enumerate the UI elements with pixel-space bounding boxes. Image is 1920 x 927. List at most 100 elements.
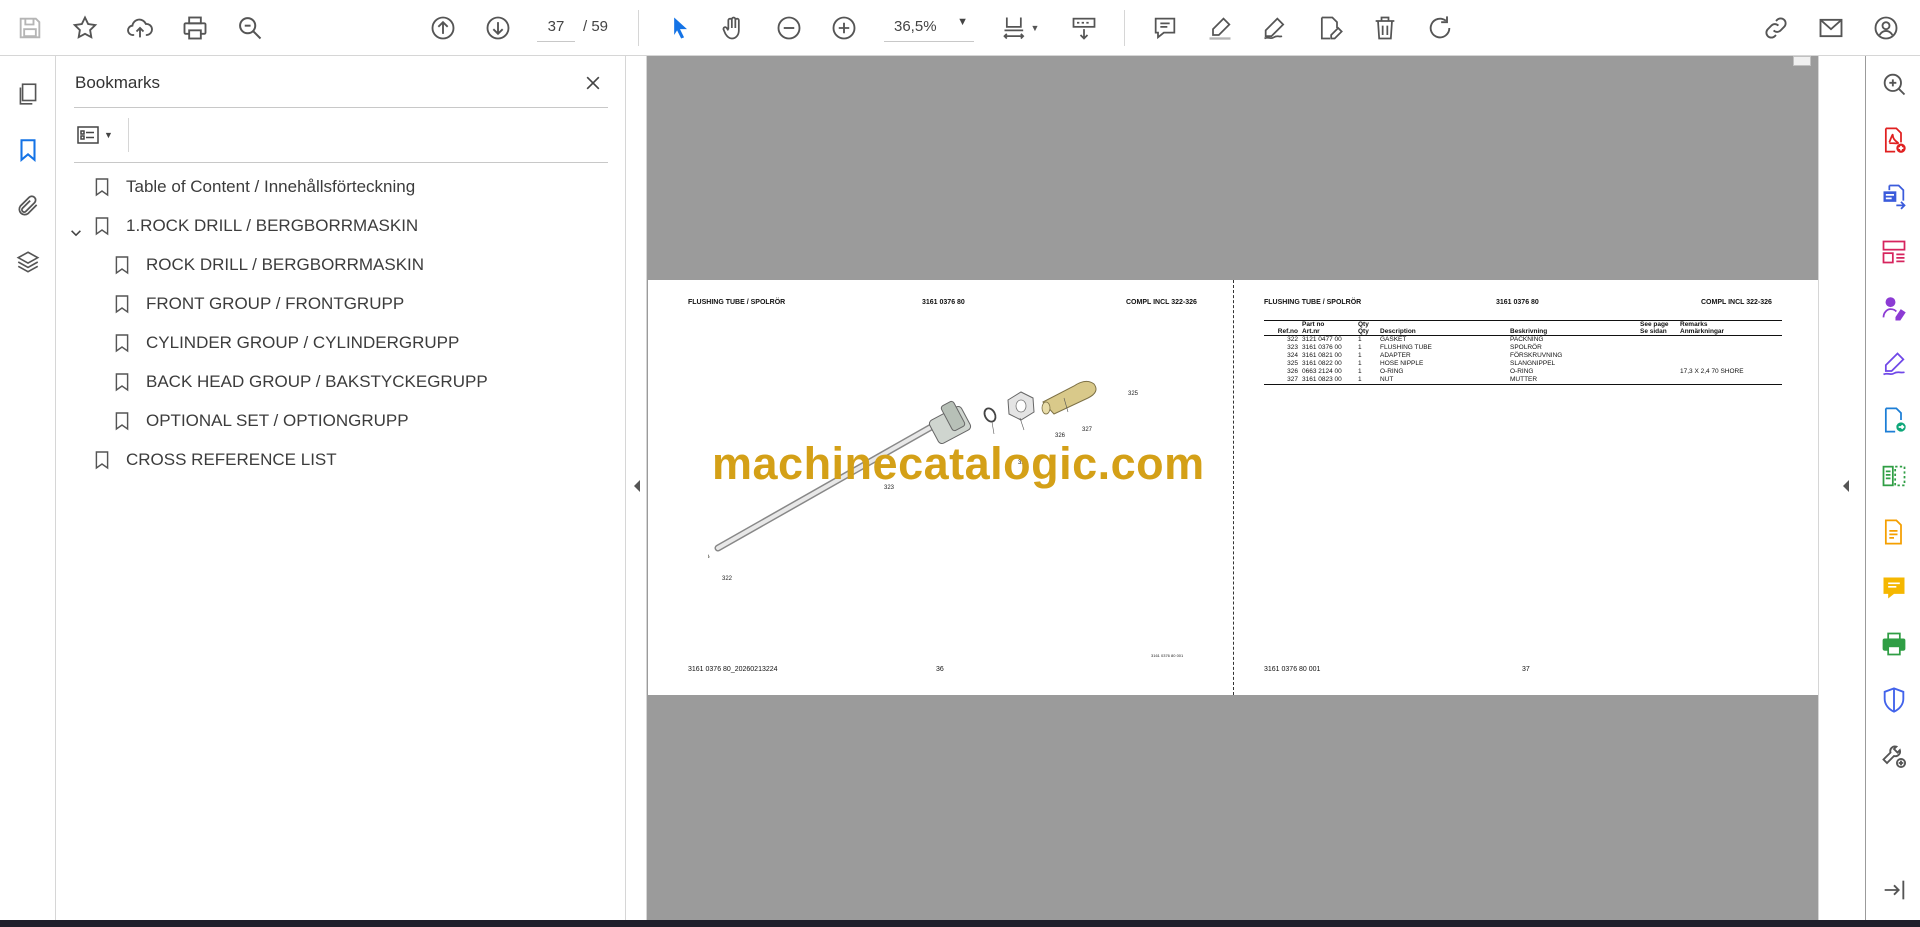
right-page-footer-page-number: 37	[1522, 666, 1530, 673]
callout-325: 325	[1128, 391, 1139, 397]
organize-pages-icon[interactable]	[1878, 236, 1910, 268]
column-header: Beskrivning	[1510, 328, 1548, 335]
scroll-mode-icon[interactable]	[1064, 8, 1104, 48]
column-header: Qty Qty	[1358, 321, 1369, 335]
rotate-icon[interactable]	[1420, 8, 1460, 48]
zoom-search-icon[interactable]	[1878, 68, 1910, 100]
page-thumbnails-icon[interactable]	[10, 76, 46, 112]
collapse-left-icon	[634, 480, 640, 492]
export-pdf-icon[interactable]	[1878, 180, 1910, 212]
os-taskbar-strip	[0, 920, 1920, 927]
compare-files-icon[interactable]	[1878, 460, 1910, 492]
attachments-icon[interactable]	[10, 188, 46, 224]
bookmark-item-rock-drill-chapter[interactable]: 1.ROCK DRILL / BERGBORRMASKIN	[92, 211, 418, 241]
chevron-down-icon: ▼	[1030, 23, 1040, 33]
bookmark-item-front-group[interactable]: FRONT GROUP / FRONTGRUPP	[112, 289, 404, 319]
column-header: Ref.no	[1277, 328, 1298, 335]
bookmark-item-table-of-content[interactable]: Table of Content / Innehållsförteckning	[92, 172, 415, 202]
table-row: 327 3161 0823 00 1 NUT MUTTER	[1264, 376, 1782, 385]
column-header: Description	[1380, 328, 1416, 335]
bookmark-item-cylinder-group[interactable]: CYLINDER GROUP / CYLINDERGRUPP	[112, 328, 459, 358]
panel-divider	[74, 107, 608, 108]
share-link-icon[interactable]	[1756, 8, 1796, 48]
bookmark-item-rock-drill[interactable]: ROCK DRILL / BERGBORRMASKIN	[112, 250, 424, 280]
account-icon[interactable]	[1866, 8, 1906, 48]
print-icon[interactable]	[175, 8, 215, 48]
next-page-icon[interactable]	[478, 8, 518, 48]
bookmark-item-label: BACK HEAD GROUP / BAKSTYCKEGRUPP	[146, 372, 488, 391]
bookmark-icon	[112, 253, 132, 277]
bookmark-item-cross-reference[interactable]: CROSS REFERENCE LIST	[92, 445, 337, 475]
main-toolbar: / 59 36,5% ▼ ▼	[0, 0, 1920, 56]
protect-icon[interactable]	[1878, 684, 1910, 716]
bookmark-panel-icon[interactable]	[10, 132, 46, 168]
previous-page-icon[interactable]	[423, 8, 463, 48]
left-page-header-title: FLUSHING TUBE / SPOLRÖR	[688, 299, 786, 306]
column-header: See page Se sidan	[1640, 321, 1669, 335]
edit-pdf-icon[interactable]	[1310, 8, 1350, 48]
table-row: 324 3161 0821 00 1 ADAPTER FÖRSKRUVNING	[1287, 352, 1563, 359]
zoom-out-icon[interactable]	[769, 8, 809, 48]
bookmark-icon	[92, 448, 112, 472]
panel-divider	[128, 118, 129, 152]
gasket-part	[708, 542, 710, 564]
layers-icon[interactable]	[10, 244, 46, 280]
page-fit-icon[interactable]: ▼	[998, 8, 1042, 48]
bookmarks-panel-title: Bookmarks	[75, 73, 161, 92]
bookmark-item-back-head-group[interactable]: BACK HEAD GROUP / BAKSTYCKEGRUPP	[112, 367, 488, 397]
scrollbar-top-cap[interactable]	[1793, 56, 1811, 66]
bookmarks-panel: Bookmarks ▼ Table of Content / Innehålls…	[56, 56, 626, 920]
parts-list-table: Ref.no Part no Art.nr Qty Qty Description …	[1264, 320, 1782, 385]
close-icon[interactable]	[578, 68, 608, 98]
hand-tool-icon[interactable]	[713, 8, 753, 48]
bookmark-item-label: FRONT GROUP / FRONTGRUPP	[146, 294, 405, 313]
delete-icon[interactable]	[1365, 8, 1405, 48]
zoom-level-select[interactable]: 36,5% ▼	[884, 12, 974, 42]
column-header: Remarks Anmärkningar	[1680, 321, 1725, 335]
comment-icon[interactable]	[1145, 8, 1185, 48]
collapse-right-panel-handle[interactable]	[1818, 56, 1865, 920]
highlight-icon[interactable]	[1200, 8, 1240, 48]
left-page-header-compl: COMPL INCL 322-326	[1126, 299, 1197, 306]
zoom-in-icon[interactable]	[824, 8, 864, 48]
bookmark-item-label: ROCK DRILL / BERGBORRMASKIN	[146, 255, 425, 274]
bookmark-item-optional-set[interactable]: OPTIONAL SET / OPTIONGRUPP	[112, 406, 409, 436]
table-row: 325 3161 0822 00 1 HOSE NIPPLE SLANGNIPPEL	[1287, 360, 1556, 367]
more-tools-icon[interactable]	[1878, 740, 1910, 772]
save-icon[interactable]	[10, 8, 50, 48]
select-tool-icon[interactable]	[660, 8, 700, 48]
toolbar-divider	[1124, 10, 1125, 46]
bookmark-icon	[92, 214, 112, 238]
expand-panel-icon[interactable]	[1878, 874, 1910, 906]
bookmark-item-label: OPTIONAL SET / OPTIONGRUPP	[146, 411, 409, 430]
comment-tool-icon[interactable]	[1878, 572, 1910, 604]
page-number-input[interactable]	[537, 12, 575, 42]
right-tools-rail	[1866, 56, 1920, 920]
right-page-header-compl: COMPL INCL 322-326	[1701, 299, 1772, 306]
scan-ocr-icon[interactable]	[1878, 516, 1910, 548]
send-for-review-icon[interactable]	[1878, 404, 1910, 436]
search-icon[interactable]	[230, 8, 270, 48]
left-page-footer-page-number: 36	[936, 666, 944, 673]
email-icon[interactable]	[1811, 8, 1851, 48]
collapse-left-panel-handle[interactable]	[627, 56, 647, 920]
star-icon[interactable]	[65, 8, 105, 48]
expand-chevron-icon[interactable]	[68, 225, 84, 241]
fill-sign-icon[interactable]	[1878, 348, 1910, 380]
request-signatures-icon[interactable]	[1878, 292, 1910, 324]
print-production-icon[interactable]	[1878, 628, 1910, 660]
nut-part	[1007, 391, 1035, 421]
table-row: 323 3161 0376 00 1 FLUSHING TUBE SPOLRÖR	[1287, 344, 1542, 351]
bookmark-icon	[112, 370, 132, 394]
page-spread-divider	[1233, 280, 1234, 695]
right-page-header-title: FLUSHING TUBE / SPOLRÖR	[1264, 299, 1362, 306]
cloud-upload-icon[interactable]	[120, 8, 160, 48]
create-pdf-icon[interactable]	[1878, 124, 1910, 156]
bookmark-options-button[interactable]: ▼	[76, 120, 124, 150]
right-page-header-part: 3161 0376 80	[1496, 299, 1539, 306]
callout-327: 327	[1082, 427, 1093, 433]
left-page-drawing-code: 3161 0376 80 001	[1151, 653, 1184, 658]
collapse-right-icon	[1843, 480, 1849, 492]
hose-nipple-part	[1041, 380, 1097, 415]
draw-icon[interactable]	[1255, 8, 1295, 48]
